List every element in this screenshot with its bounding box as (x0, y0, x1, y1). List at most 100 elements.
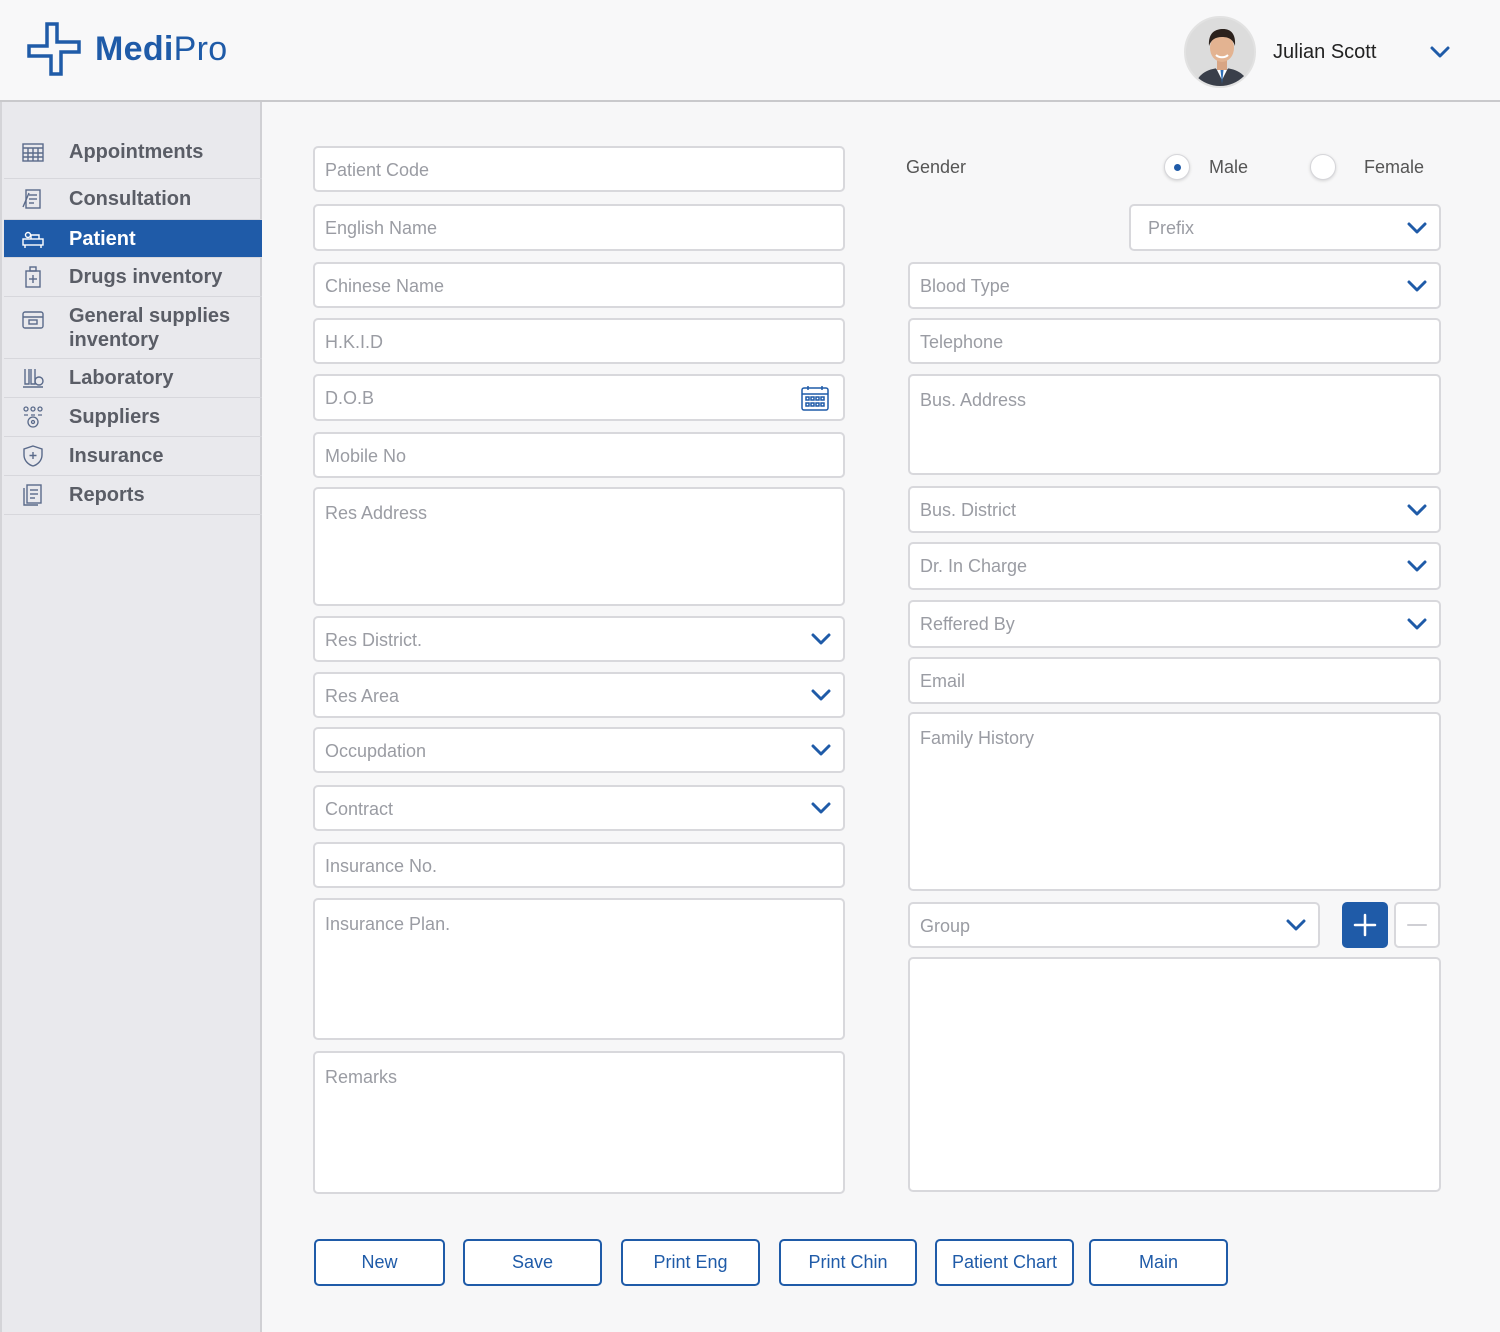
save-button[interactable]: Save (463, 1239, 602, 1286)
telephone-input[interactable]: Telephone (908, 318, 1441, 364)
email-input[interactable]: Email (908, 657, 1441, 704)
sidebar-item-consultation[interactable]: Consultation (4, 179, 262, 220)
sidebar-item-label: Reports (69, 484, 145, 506)
patient-code-input[interactable]: Patient Code (313, 146, 845, 192)
user-menu[interactable]: Julian Scott (1184, 16, 1452, 88)
sidebar-item-laboratory[interactable]: Laboratory (4, 359, 262, 398)
gender-female-radio[interactable] (1310, 154, 1336, 180)
occupation-select[interactable]: Occupdation (313, 727, 845, 773)
avatar (1184, 16, 1256, 88)
medicine-bottle-icon (21, 265, 45, 289)
box-icon (21, 308, 45, 332)
chevron-down-icon (811, 740, 831, 760)
sidebar-item-drugs-inventory[interactable]: Drugs inventory (4, 258, 262, 297)
family-history-textarea[interactable]: Family History (908, 712, 1441, 891)
user-name: Julian Scott (1273, 40, 1377, 63)
patient-chart-button[interactable]: Patient Chart (935, 1239, 1074, 1286)
sidebar-item-insurance[interactable]: Insurance (4, 437, 262, 476)
blood-type-select[interactable]: Blood Type (908, 262, 1441, 309)
bus-address-textarea[interactable]: Bus. Address (908, 374, 1441, 475)
referred-by-select[interactable]: Reffered By (908, 600, 1441, 648)
contract-select[interactable]: Contract (313, 785, 845, 831)
new-button[interactable]: New (314, 1239, 445, 1286)
bus-district-placeholder: Bus. District (920, 500, 1017, 520)
patient-code-placeholder: Patient Code (325, 160, 430, 180)
dr-in-charge-select[interactable]: Dr. In Charge (908, 542, 1441, 590)
app-header: MediPro Julian Scott (0, 0, 1500, 102)
insurance-no-input[interactable]: Insurance No. (313, 842, 845, 888)
logo[interactable]: MediPro (27, 22, 227, 76)
mobile-no-input[interactable]: Mobile No (313, 432, 845, 478)
calendar-icon[interactable] (801, 385, 829, 411)
prefix-select[interactable]: Prefix (1129, 204, 1441, 251)
chevron-down-icon (811, 629, 831, 649)
telephone-placeholder: Telephone (920, 332, 1004, 352)
chinese-name-input[interactable]: Chinese Name (313, 262, 845, 308)
people-icon (21, 405, 45, 429)
medical-cross-logo-icon (27, 22, 81, 76)
insurance-plan-placeholder: Insurance Plan. (325, 914, 451, 934)
calendar-icon (21, 140, 45, 164)
sidebar-item-reports[interactable]: Reports (4, 476, 262, 515)
print-eng-button[interactable]: Print Eng (621, 1239, 760, 1286)
sidebar: Appointments Consultation Patient Drugs … (0, 102, 262, 1332)
group-placeholder: Group (920, 916, 971, 936)
sidebar-item-appointments[interactable]: Appointments (4, 126, 262, 179)
group-list[interactable] (908, 957, 1441, 1192)
clipboard-icon (21, 187, 45, 211)
main-button[interactable]: Main (1089, 1239, 1228, 1286)
insurance-plan-textarea[interactable]: Insurance Plan. (313, 898, 845, 1040)
res-area-placeholder: Res Area (325, 686, 400, 706)
english-name-placeholder: English Name (325, 218, 438, 238)
dr-in-charge-placeholder: Dr. In Charge (920, 556, 1028, 576)
hkid-input[interactable]: H.K.I.D (313, 318, 845, 364)
sidebar-item-label: Drugs inventory (69, 266, 223, 288)
bus-address-placeholder: Bus. Address (920, 390, 1027, 410)
gender-label: Gender (906, 157, 967, 177)
insurance-no-placeholder: Insurance No. (325, 856, 438, 876)
dob-input[interactable]: D.O.B (313, 374, 845, 421)
gender-female-label[interactable]: Female (1364, 157, 1424, 178)
print-chin-button[interactable]: Print Chin (779, 1239, 917, 1286)
sidebar-item-label: Patient (69, 227, 136, 250)
sidebar-item-label: General supplies inventory (69, 305, 231, 351)
lab-icon (21, 366, 45, 390)
mobile-no-placeholder: Mobile No (325, 446, 407, 466)
remarks-textarea[interactable]: Remarks (313, 1051, 845, 1194)
chevron-down-icon (1407, 276, 1427, 296)
dob-placeholder: D.O.B (325, 388, 375, 408)
chevron-down-icon[interactable] (1428, 40, 1452, 64)
sidebar-item-label: Insurance (69, 445, 164, 467)
remove-group-button[interactable] (1394, 902, 1440, 948)
sidebar-item-patient[interactable]: Patient (4, 220, 262, 258)
bus-district-select[interactable]: Bus. District (908, 486, 1441, 533)
occupation-placeholder: Occupdation (325, 741, 427, 761)
bed-icon (21, 227, 45, 251)
minus-icon (1407, 924, 1427, 926)
sidebar-item-suppliers[interactable]: Suppliers (4, 398, 262, 437)
document-icon (21, 483, 45, 507)
gender-male-label[interactable]: Male (1209, 157, 1248, 178)
chevron-down-icon (811, 685, 831, 705)
res-district-placeholder: Res District. (325, 630, 423, 650)
gender-male-radio[interactable] (1164, 154, 1190, 180)
chevron-down-icon (811, 798, 831, 818)
group-select[interactable]: Group (908, 902, 1320, 948)
chinese-name-placeholder: Chinese Name (325, 276, 445, 296)
brand-name: MediPro (95, 29, 228, 68)
res-area-select[interactable]: Res Area (313, 672, 845, 718)
hkid-placeholder: H.K.I.D (325, 332, 384, 352)
english-name-input[interactable]: English Name (313, 204, 845, 251)
res-district-select[interactable]: Res District. (313, 616, 845, 662)
sidebar-item-label: Laboratory (69, 367, 174, 389)
prefix-placeholder: Prefix (1148, 218, 1195, 238)
sidebar-item-label: Suppliers (69, 406, 161, 428)
email-placeholder: Email (920, 671, 966, 691)
contract-placeholder: Contract (325, 799, 394, 819)
add-group-button[interactable] (1342, 902, 1388, 948)
res-address-textarea[interactable]: Res Address (313, 487, 845, 606)
shield-icon (21, 444, 45, 468)
sidebar-item-general-supplies[interactable]: General supplies inventory (4, 297, 262, 359)
remarks-placeholder: Remarks (325, 1067, 398, 1087)
radio-selected-dot (1174, 164, 1181, 171)
